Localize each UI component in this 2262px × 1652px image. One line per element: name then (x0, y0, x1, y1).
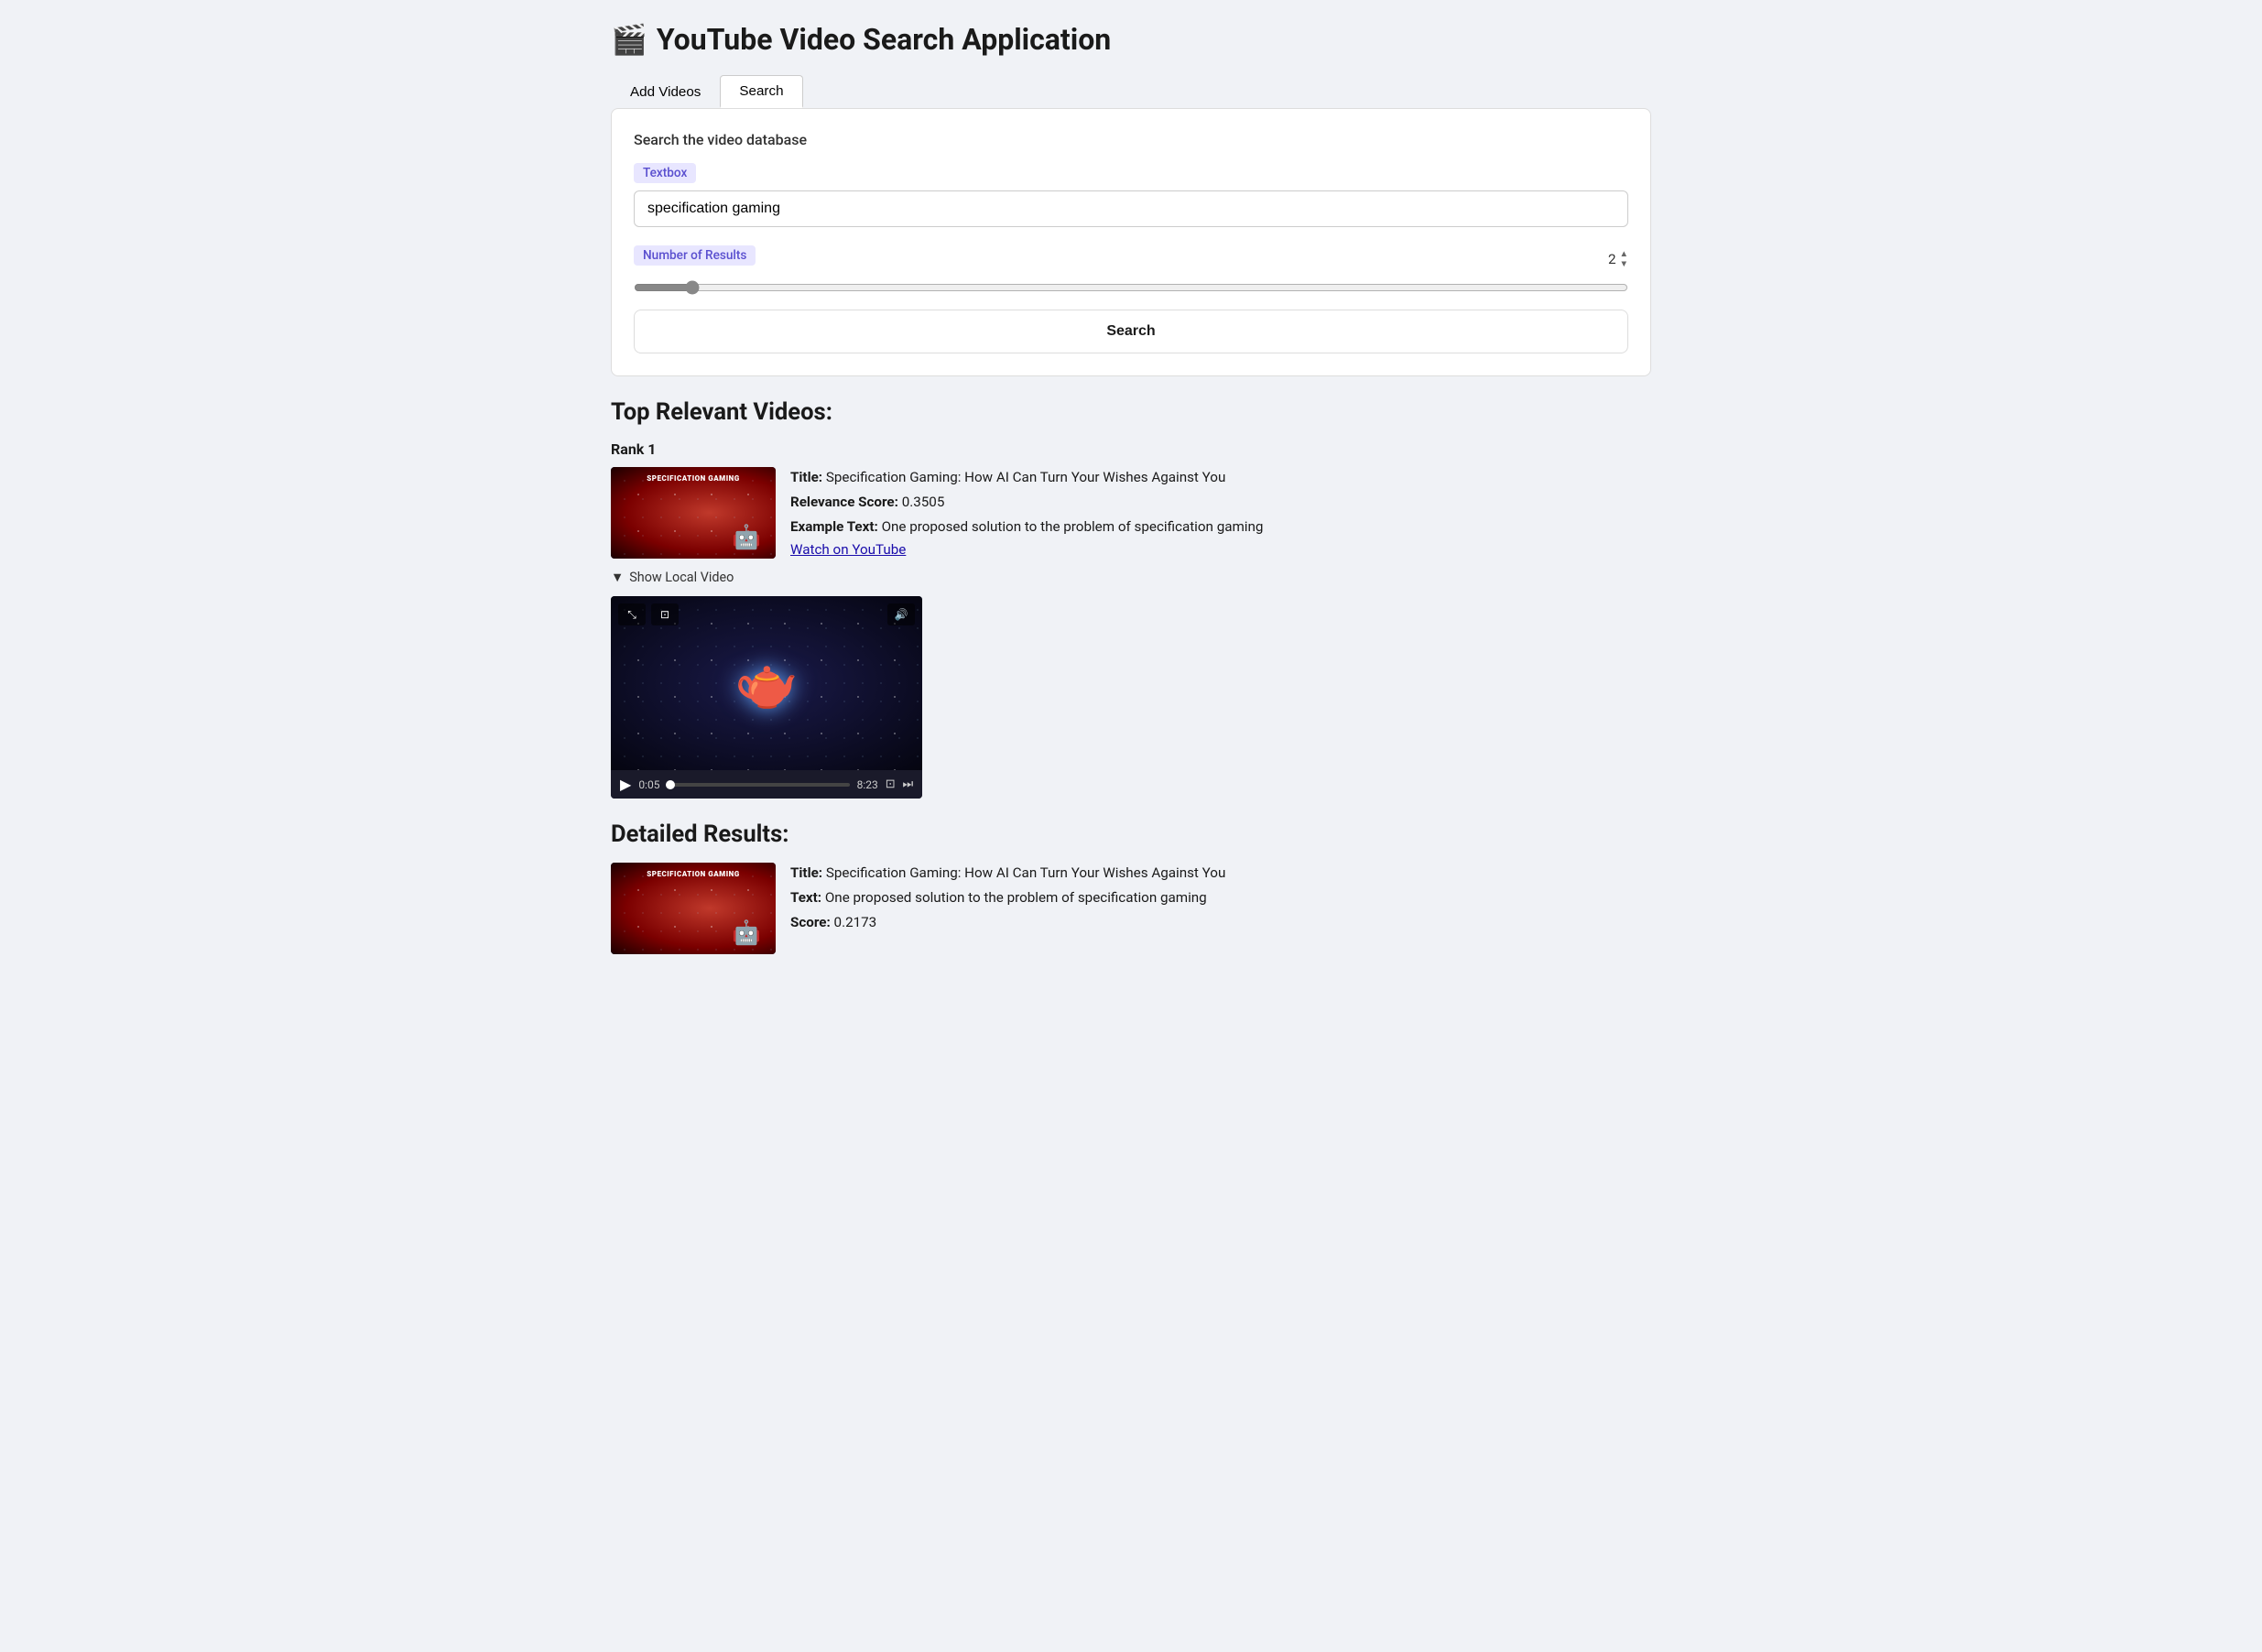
video-player: ⤡ ⊡ 🔊 🫖 ▶ 0:05 8:23 (611, 596, 922, 799)
rank-1-label: Rank 1 (611, 440, 1651, 458)
tab-add-videos[interactable]: Add Videos (611, 75, 720, 108)
rank-1-section: Rank 1 Title: Specification Gaming: How … (611, 440, 1651, 799)
rank-1-result: Title: Specification Gaming: How AI Can … (611, 467, 1651, 559)
detailed-thumb-stars (611, 863, 776, 954)
num-results-value-box: 2 ▲ ▼ (1594, 249, 1629, 269)
title-text: Specification Gaming: How AI Can Turn Yo… (826, 469, 1225, 485)
pip-icon[interactable]: ⊡ (651, 603, 679, 625)
search-input[interactable] (634, 190, 1628, 227)
title-emoji: 🎬 (611, 22, 647, 57)
search-button[interactable]: Search (634, 310, 1628, 353)
example-text: One proposed solution to the problem of … (882, 518, 1264, 535)
detailed-thumb-image-1 (611, 863, 776, 954)
forward-icon[interactable]: ⏭ (902, 777, 913, 791)
total-time: 8:23 (857, 778, 878, 791)
num-results-value: 2 (1594, 251, 1616, 267)
player-content-visual: 🫖 (734, 653, 799, 713)
app-title: 🎬 YouTube Video Search Application (611, 22, 1651, 57)
progress-bar[interactable] (667, 783, 849, 787)
detailed-info-1: Title: Specification Gaming: How AI Can … (790, 863, 1651, 954)
player-top-controls: ⤡ ⊡ 🔊 (618, 603, 915, 625)
player-controls-bar: ▶ 0:05 8:23 ⊡ ⏭ (611, 770, 922, 799)
volume-icon[interactable]: 🔊 (887, 603, 915, 625)
player-screen: ⤡ ⊡ 🔊 🫖 (611, 596, 922, 770)
show-local-toggle[interactable]: ▼ Show Local Video (611, 570, 1651, 585)
thumbnail-image (611, 467, 776, 559)
fullscreen-icon[interactable]: ⤡ (618, 603, 646, 625)
detailed-score-value: 0.2173 (834, 914, 877, 930)
detailed-text-prefix: Text: (790, 889, 821, 906)
textbox-label: Textbox (634, 163, 696, 183)
textbox-field-group: Textbox (634, 163, 1628, 245)
show-local-label: Show Local Video (629, 570, 734, 585)
detailed-result-1: Title: Specification Gaming: How AI Can … (611, 863, 1651, 954)
tab-bar: Add Videos Search (611, 75, 1651, 108)
search-panel-title: Search the video database (634, 131, 1628, 148)
detailed-thumbnail-1 (611, 863, 776, 954)
example-prefix: Example Text: (790, 518, 878, 535)
num-results-group: Number of Results 2 ▲ ▼ (634, 245, 1628, 310)
rank-1-title: Title: Specification Gaming: How AI Can … (790, 467, 1651, 488)
relevance-prefix: Relevance Score: (790, 494, 898, 510)
current-time: 0:05 (638, 778, 659, 791)
progress-thumb (666, 780, 675, 789)
detailed-text-1: Text: One proposed solution to the probl… (790, 887, 1651, 908)
play-button[interactable]: ▶ (620, 776, 631, 793)
top-results-title: Top Relevant Videos: (611, 398, 1651, 426)
detailed-score-prefix: Score: (790, 914, 831, 930)
thumbnail-bg-stars (611, 467, 776, 559)
search-panel: Search the video database Textbox Number… (611, 108, 1651, 376)
rank-1-relevance: Relevance Score: 0.3505 (790, 492, 1651, 513)
title-prefix: Title: (790, 469, 822, 485)
detailed-title-text: Specification Gaming: How AI Can Turn Yo… (826, 864, 1225, 881)
watch-on-youtube-link[interactable]: Watch on YouTube (790, 541, 906, 558)
detailed-title-prefix: Title: (790, 864, 822, 881)
caption-icon[interactable]: ⊡ (886, 777, 896, 791)
player-right-icons: 🔊 (887, 603, 915, 625)
rank-1-thumbnail (611, 467, 776, 559)
detailed-title-1: Title: Specification Gaming: How AI Can … (790, 863, 1651, 884)
rank-1-example: Example Text: One proposed solution to t… (790, 516, 1651, 538)
chevron-down-icon: ▼ (611, 570, 624, 585)
detailed-results-section: Detailed Results: Title: Specification G… (611, 821, 1651, 954)
detailed-text-content: One proposed solution to the problem of … (825, 889, 1207, 906)
relevance-score: 0.3505 (902, 494, 945, 510)
detailed-score-1: Score: 0.2173 (790, 912, 1651, 933)
tab-search[interactable]: Search (720, 75, 802, 108)
num-results-spinner[interactable]: ▲ ▼ (1620, 249, 1629, 269)
player-left-icons: ⤡ ⊡ (618, 603, 679, 625)
detailed-results-title: Detailed Results: (611, 821, 1651, 848)
num-results-label: Number of Results (634, 245, 756, 266)
rank-1-info: Title: Specification Gaming: How AI Can … (790, 467, 1651, 558)
num-results-slider[interactable] (634, 280, 1628, 295)
